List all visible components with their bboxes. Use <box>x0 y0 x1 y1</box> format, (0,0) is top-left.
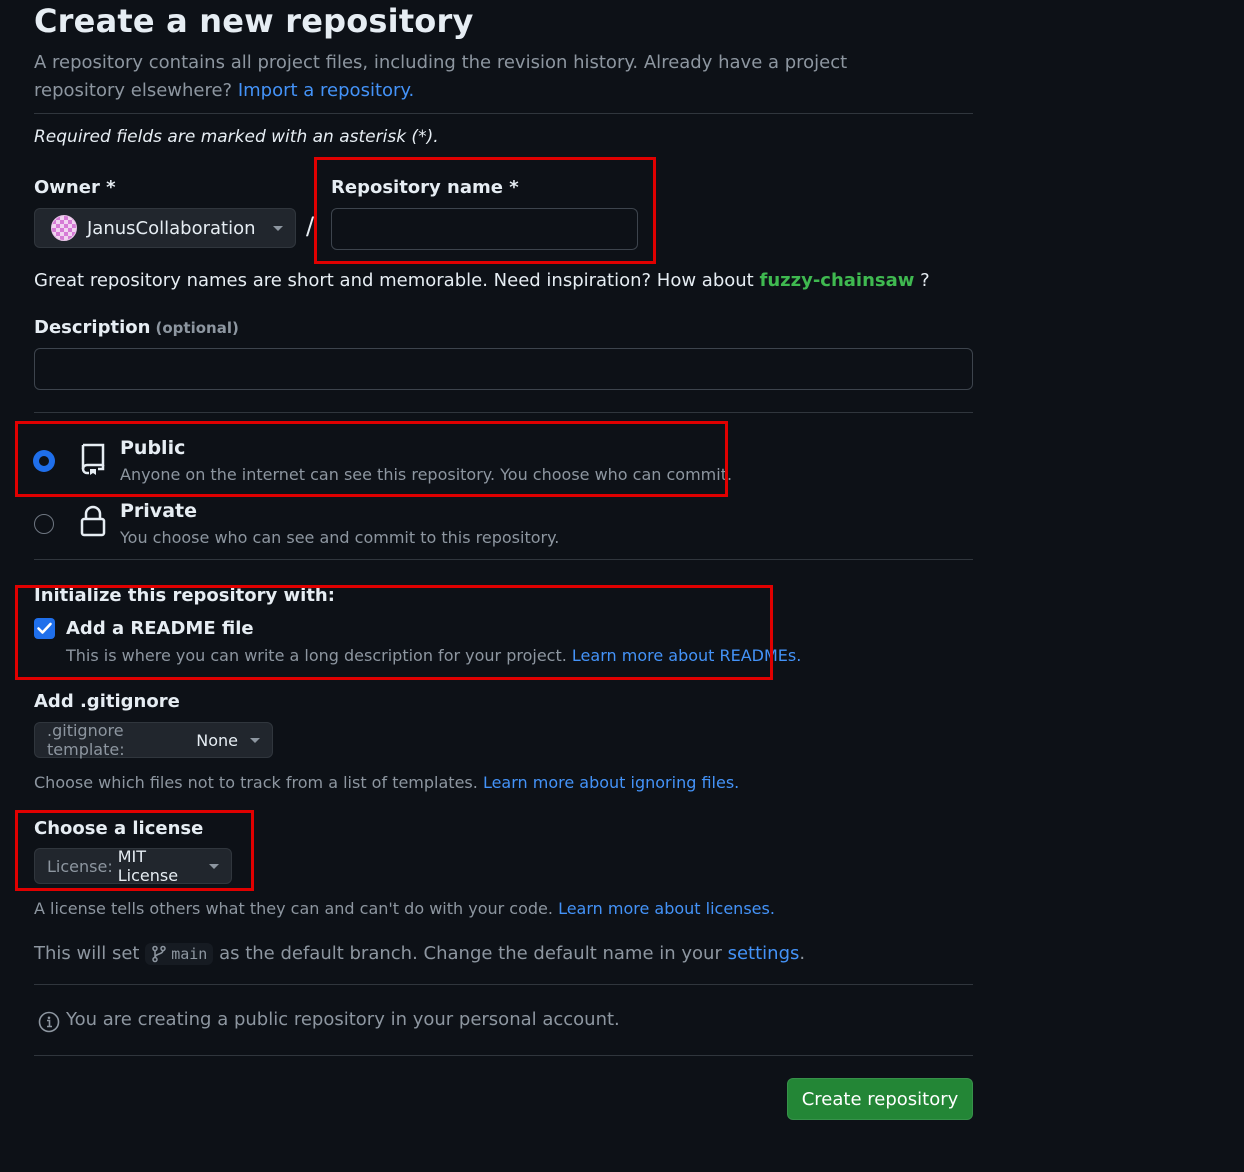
caret-down-icon <box>272 225 283 231</box>
git-branch-icon <box>152 945 166 963</box>
repository-name-label: Repository name * <box>331 177 519 198</box>
lock-icon <box>80 505 106 537</box>
license-learn-more-link[interactable]: Learn more about licenses. <box>558 899 775 918</box>
name-hint: Great repository names are short and mem… <box>34 270 930 291</box>
optional-tag: (optional) <box>155 319 239 337</box>
license-select[interactable]: License: MIT License <box>34 847 232 885</box>
license-note: A license tells others what they can and… <box>34 899 775 918</box>
create-repository-button[interactable]: Create repository <box>787 1078 973 1120</box>
page-title: Create a new repository <box>34 2 474 40</box>
description-label-row: Description (optional) <box>34 317 239 338</box>
gitignore-template-select[interactable]: .gitignore template: None <box>34 721 273 759</box>
license-select-prefix: License: <box>47 856 113 876</box>
repo-book-icon <box>81 443 105 475</box>
public-description: Anyone on the internet can see this repo… <box>120 465 733 484</box>
divider <box>34 1055 973 1056</box>
readme-learn-more-link[interactable]: Learn more about READMEs. <box>572 646 801 665</box>
subtitle-text: A repository contains all project files,… <box>34 52 848 101</box>
description-input[interactable] <box>34 348 973 390</box>
info-icon <box>38 1011 60 1033</box>
readme-checkbox[interactable] <box>34 618 55 639</box>
default-branch-note: This will set main as the default branch… <box>34 943 805 965</box>
owner-repo-separator: / <box>306 212 315 240</box>
gitignore-note-text: Choose which files not to track from a l… <box>34 773 478 792</box>
highlight-box-public <box>15 421 728 497</box>
private-title: Private <box>120 500 197 522</box>
private-description: You choose who can see and commit to thi… <box>120 528 560 547</box>
import-repository-link[interactable]: Import a repository. <box>238 80 414 101</box>
public-title: Public <box>120 437 186 459</box>
branch-chip: main <box>145 943 214 965</box>
required-fields-note: Required fields are marked with an aster… <box>34 127 439 147</box>
settings-link[interactable]: settings <box>728 943 800 964</box>
create-repo-page: Create a new repository A repository con… <box>0 0 1244 1172</box>
license-note-text: A license tells others what they can and… <box>34 899 553 918</box>
public-radio[interactable] <box>34 451 54 471</box>
owner-label: Owner * <box>34 177 116 198</box>
branch-name: main <box>171 945 208 963</box>
readme-description: This is where you can write a long descr… <box>66 646 801 665</box>
owner-value: JanusCollaboration <box>87 217 256 239</box>
default-branch-end: . <box>799 943 806 964</box>
name-hint-tail: ? <box>920 270 930 291</box>
divider <box>34 559 973 560</box>
gitignore-learn-more-link[interactable]: Learn more about ignoring files. <box>483 773 739 792</box>
avatar <box>51 215 77 241</box>
repository-name-input[interactable] <box>331 208 638 250</box>
name-hint-text: Great repository names are short and mem… <box>34 270 754 291</box>
initialize-heading: Initialize this repository with: <box>34 585 335 606</box>
license-select-value: MIT License <box>117 847 179 885</box>
caret-down-icon <box>250 737 260 743</box>
page-subtitle: A repository contains all project files,… <box>34 49 934 105</box>
default-branch-post: as the default branch. Change the defaul… <box>219 943 722 964</box>
suggested-name-link[interactable]: fuzzy-chainsaw <box>759 270 914 291</box>
license-label: Choose a license <box>34 818 204 839</box>
description-label: Description <box>34 317 151 338</box>
gitignore-select-value: None <box>196 730 238 750</box>
info-note: You are creating a public repository in … <box>66 1009 620 1030</box>
divider <box>34 412 973 413</box>
owner-select[interactable]: JanusCollaboration <box>34 208 296 248</box>
gitignore-label: Add .gitignore <box>34 691 180 712</box>
default-branch-pre: This will set <box>34 943 140 964</box>
readme-description-text: This is where you can write a long descr… <box>66 646 567 665</box>
caret-down-icon <box>209 863 219 869</box>
divider <box>34 984 973 985</box>
gitignore-note: Choose which files not to track from a l… <box>34 773 739 792</box>
gitignore-select-prefix: .gitignore template: <box>47 721 125 759</box>
private-radio[interactable] <box>34 514 54 534</box>
readme-label: Add a README file <box>66 618 254 639</box>
divider <box>34 113 973 114</box>
checkmark-icon <box>37 622 52 634</box>
